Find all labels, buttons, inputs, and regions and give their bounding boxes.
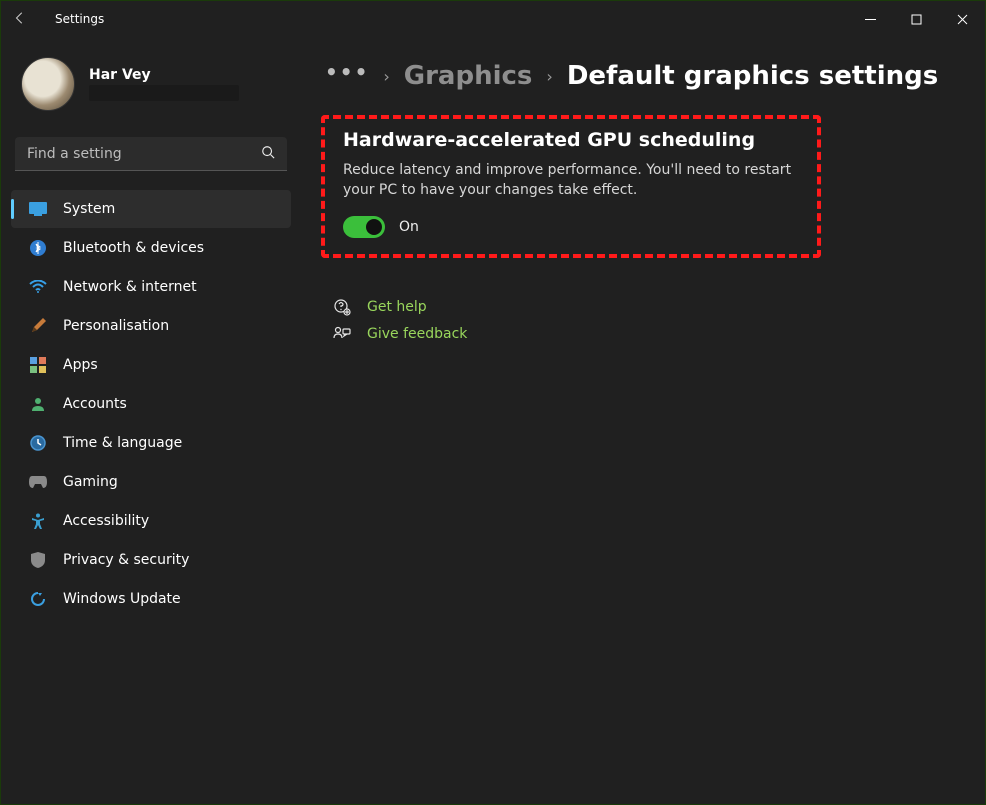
update-icon (29, 590, 47, 608)
toggle-knob (366, 219, 382, 235)
search-box[interactable] (15, 137, 287, 171)
profile-block[interactable]: Har Vey (7, 45, 295, 123)
sidebar-item-accounts[interactable]: Accounts (11, 385, 291, 423)
support-links: Get help Give feedback (333, 298, 949, 342)
sidebar-item-label: Privacy & security (63, 552, 189, 568)
bluetooth-icon (29, 239, 47, 257)
gamepad-icon (29, 473, 47, 491)
person-icon (29, 395, 47, 413)
sidebar-item-label: Apps (63, 357, 98, 373)
sidebar-item-apps[interactable]: Apps (11, 346, 291, 384)
sidebar-item-label: Windows Update (63, 591, 181, 607)
sidebar-item-label: Time & language (63, 435, 182, 451)
sidebar-item-accessibility[interactable]: Accessibility (11, 502, 291, 540)
sidebar-item-bluetooth[interactable]: Bluetooth & devices (11, 229, 291, 267)
window-title: Settings (55, 12, 104, 26)
breadcrumb-overflow[interactable]: ••• (325, 60, 369, 84)
back-button[interactable] (13, 11, 37, 28)
window-body: Har Vey System (1, 37, 985, 804)
maximize-button[interactable] (893, 1, 939, 37)
display-name: Har Vey (89, 67, 239, 83)
chevron-right-icon: › (546, 67, 552, 86)
main-content: ••• › Graphics › Default graphics settin… (301, 37, 985, 804)
titlebar: Settings (1, 1, 985, 37)
sidebar-item-label: Network & internet (63, 279, 197, 295)
toggle-row: On (343, 216, 799, 238)
chevron-right-icon: › (383, 67, 389, 86)
breadcrumb: ••• › Graphics › Default graphics settin… (325, 61, 949, 91)
close-button[interactable] (939, 1, 985, 37)
clock-icon (29, 434, 47, 452)
feedback-icon (333, 326, 351, 342)
help-icon (333, 298, 351, 316)
sidebar-item-windows-update[interactable]: Windows Update (11, 580, 291, 618)
search-input[interactable] (27, 146, 261, 162)
sidebar-item-label: System (63, 201, 115, 217)
sidebar-item-personalisation[interactable]: Personalisation (11, 307, 291, 345)
avatar (21, 57, 75, 111)
accessibility-icon (29, 512, 47, 530)
minimize-button[interactable] (847, 1, 893, 37)
sidebar-item-system[interactable]: System (11, 190, 291, 228)
sidebar-item-network[interactable]: Network & internet (11, 268, 291, 306)
apps-icon (29, 356, 47, 374)
wifi-icon (29, 278, 47, 296)
breadcrumb-parent[interactable]: Graphics (404, 61, 533, 91)
profile-text: Har Vey (89, 67, 239, 101)
get-help-link[interactable]: Get help (333, 298, 949, 316)
nav-list: System Bluetooth & devices Network & int… (7, 189, 295, 619)
paintbrush-icon (29, 317, 47, 335)
sidebar-item-gaming[interactable]: Gaming (11, 463, 291, 501)
shield-icon (29, 551, 47, 569)
sidebar-item-label: Gaming (63, 474, 118, 490)
sidebar-item-label: Bluetooth & devices (63, 240, 204, 256)
setting-description: Reduce latency and improve performance. … (343, 161, 799, 200)
toggle-state-label: On (399, 219, 419, 235)
window-controls (847, 1, 985, 37)
gpu-scheduling-toggle[interactable] (343, 216, 385, 238)
setting-title: Hardware-accelerated GPU scheduling (343, 129, 799, 151)
page-title: Default graphics settings (567, 61, 938, 91)
settings-window: Settings Har Vey (1, 1, 985, 804)
give-feedback-label: Give feedback (367, 326, 467, 342)
sidebar-item-privacy[interactable]: Privacy & security (11, 541, 291, 579)
sidebar: Har Vey System (1, 37, 301, 804)
sidebar-item-label: Accounts (63, 396, 127, 412)
system-icon (29, 200, 47, 218)
sidebar-item-time-language[interactable]: Time & language (11, 424, 291, 462)
get-help-label: Get help (367, 299, 427, 315)
profile-email-placeholder (89, 85, 239, 101)
sidebar-item-label: Personalisation (63, 318, 169, 334)
give-feedback-link[interactable]: Give feedback (333, 326, 949, 342)
search-icon (261, 144, 275, 163)
gpu-scheduling-card: Hardware-accelerated GPU scheduling Redu… (321, 115, 821, 258)
sidebar-item-label: Accessibility (63, 513, 149, 529)
